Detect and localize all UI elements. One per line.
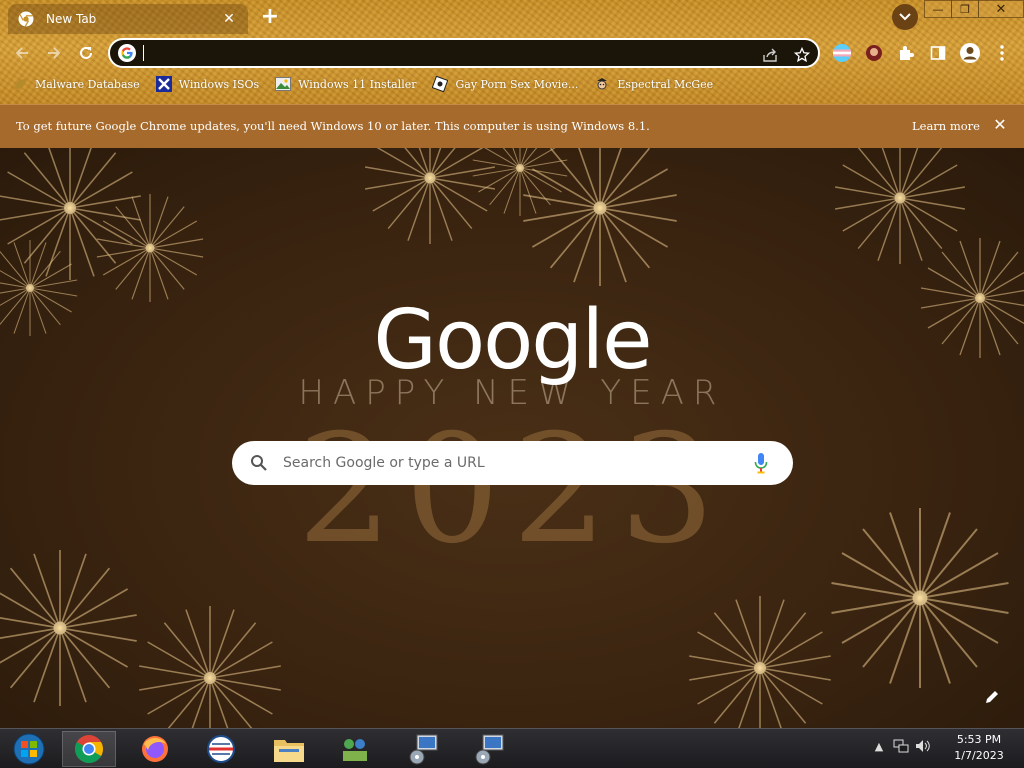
x-logo-icon [155,76,172,92]
new-tab-button[interactable]: + [258,6,282,30]
taskbar-network-app[interactable] [328,731,382,767]
taskbar-firefox[interactable] [128,731,182,767]
window-controls: — ❐ ✕ [924,0,1024,18]
search-input[interactable] [283,453,733,473]
doodle-year-text: 2023 [297,403,727,577]
remote-desktop-icon [409,734,438,765]
arrow-left-icon [15,47,28,59]
tilt-icon [432,76,449,92]
network-status-icon[interactable] [890,735,912,757]
chrome-icon [18,11,34,27]
infobar-message: To get future Google Chrome updates, you… [16,119,650,133]
bookmark-windows-11-installer[interactable]: Windows 11 Installer [275,76,416,92]
bookmarks-bar: Malware Database Windows ISOs Windows 11… [12,74,729,94]
system-tray: ▲ [868,735,934,757]
tray-expand-icon[interactable]: ▲ [868,735,890,757]
chrome-icon [75,735,103,763]
clock-date: 1/7/2023 [954,749,1004,762]
arrow-right-icon [48,47,61,59]
reload-button[interactable] [74,41,98,65]
system-clock[interactable]: 5:53 PM 1/7/2023 [946,732,1012,764]
tab-close-button[interactable]: ✕ [220,11,238,27]
tab-new-tab[interactable]: New Tab ✕ [8,4,248,34]
opera-icon [207,735,235,763]
side-panel-icon[interactable] [926,41,950,65]
kebab-menu-icon[interactable] [990,41,1014,65]
flag-extension-icon[interactable] [830,41,854,65]
bookmark-gay-porn-sex-movie[interactable]: Gay Porn Sex Movie... [432,76,578,92]
firefox-icon [142,736,168,762]
character-icon [594,76,610,92]
chevron-down-icon [899,13,911,21]
start-orb-icon [13,733,45,765]
reload-icon [80,46,92,59]
restore-button[interactable]: ❐ [951,0,979,18]
new-tab-page: 2023 HAPPY NEW YEAR Google [0,148,1024,728]
network-icon [343,739,367,761]
back-button[interactable] [10,41,34,65]
close-window-button[interactable]: ✕ [978,0,1024,18]
taskbar-remote-app-1[interactable] [396,731,450,767]
tab-search-button[interactable] [892,4,918,30]
image-icon [275,76,292,92]
microphone-icon[interactable] [754,452,768,474]
taskbar-file-explorer[interactable] [262,731,316,767]
ntp-search-box[interactable] [232,441,793,485]
update-infobar: To get future Google Chrome updates, you… [0,104,1024,148]
extensions-puzzle-icon[interactable] [894,41,918,65]
customize-button[interactable] [980,685,1004,709]
minimize-button[interactable]: — [924,0,952,18]
google-g-icon [118,44,136,62]
volume-icon[interactable] [912,735,934,757]
pencil-icon [986,691,998,703]
bookmark-malware-database[interactable]: Malware Database [12,76,140,92]
leaf-icon [12,76,28,92]
google-logo[interactable]: Google [0,296,1024,386]
avatar-extension-icon[interactable] [862,41,886,65]
taskbar-chrome[interactable] [62,731,116,767]
tab-title: New Tab [46,12,97,26]
text-caret [143,45,144,61]
remote-desktop-icon [475,734,504,765]
folder-icon [274,740,304,762]
browser-frame: New Tab ✕ + — ❐ ✕ Malware Database Windo… [0,0,1024,104]
windows-taskbar: ▲ 5:53 PM 1/7/2023 [0,728,1024,768]
search-icon [251,455,267,471]
address-bar[interactable] [108,38,820,68]
taskbar-remote-app-2[interactable] [462,731,516,767]
profile-avatar-icon[interactable] [958,41,982,65]
bookmark-windows-isos[interactable]: Windows ISOs [155,76,259,92]
clock-time: 5:53 PM [956,733,1002,746]
learn-more-link[interactable]: Learn more [912,119,980,133]
share-icon[interactable] [760,45,780,65]
start-button[interactable] [2,731,56,767]
bookmark-star-icon[interactable] [792,45,812,65]
taskbar-opera[interactable] [194,731,248,767]
address-input[interactable] [146,43,746,63]
infobar-close-button[interactable]: ✕ [990,115,1010,134]
bookmark-espectral-mcgee[interactable]: Espectral McGee [594,76,713,92]
forward-button[interactable] [42,41,66,65]
